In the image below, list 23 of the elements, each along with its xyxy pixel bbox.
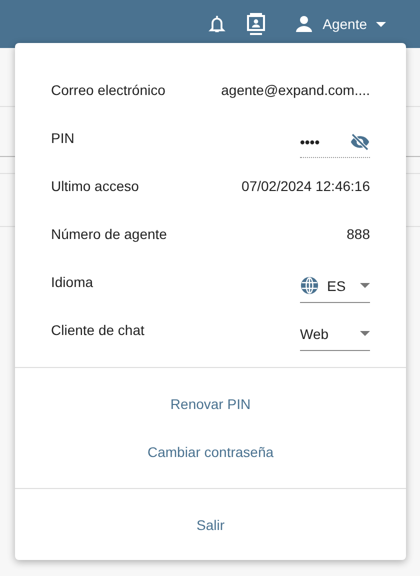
field-label: Correo electrónico — [51, 82, 166, 98]
contact-card-icon[interactable] — [246, 13, 266, 35]
field-label: Cliente de chat — [51, 322, 144, 338]
select-field[interactable]: ES — [300, 270, 370, 302]
caret-icon — [376, 22, 386, 26]
caret-icon — [360, 283, 370, 288]
logout-link[interactable]: Salir — [196, 515, 224, 535]
menu-link[interactable]: Renovar PIN — [170, 394, 251, 414]
field-label: Número de agente — [51, 226, 167, 242]
select-field[interactable]: Web — [300, 318, 370, 350]
eye-off-icon[interactable] — [350, 132, 370, 152]
user-menu-button[interactable]: Agente — [294, 14, 386, 34]
pin-field[interactable]: •••• — [300, 126, 370, 158]
field-value: agente@expand.com.... — [221, 82, 370, 98]
field-label: Idioma — [51, 274, 94, 290]
person-icon — [294, 14, 314, 34]
field-value: 07/02/2024 12:46:16 — [242, 178, 370, 194]
menu-link[interactable]: Cambiar contraseña — [147, 442, 274, 462]
bell-icon[interactable] — [208, 14, 226, 34]
field-label: Ultimo acceso — [51, 178, 139, 194]
caret-icon — [360, 331, 370, 336]
field-value: 888 — [346, 226, 370, 242]
field-label: PIN — [51, 130, 74, 146]
